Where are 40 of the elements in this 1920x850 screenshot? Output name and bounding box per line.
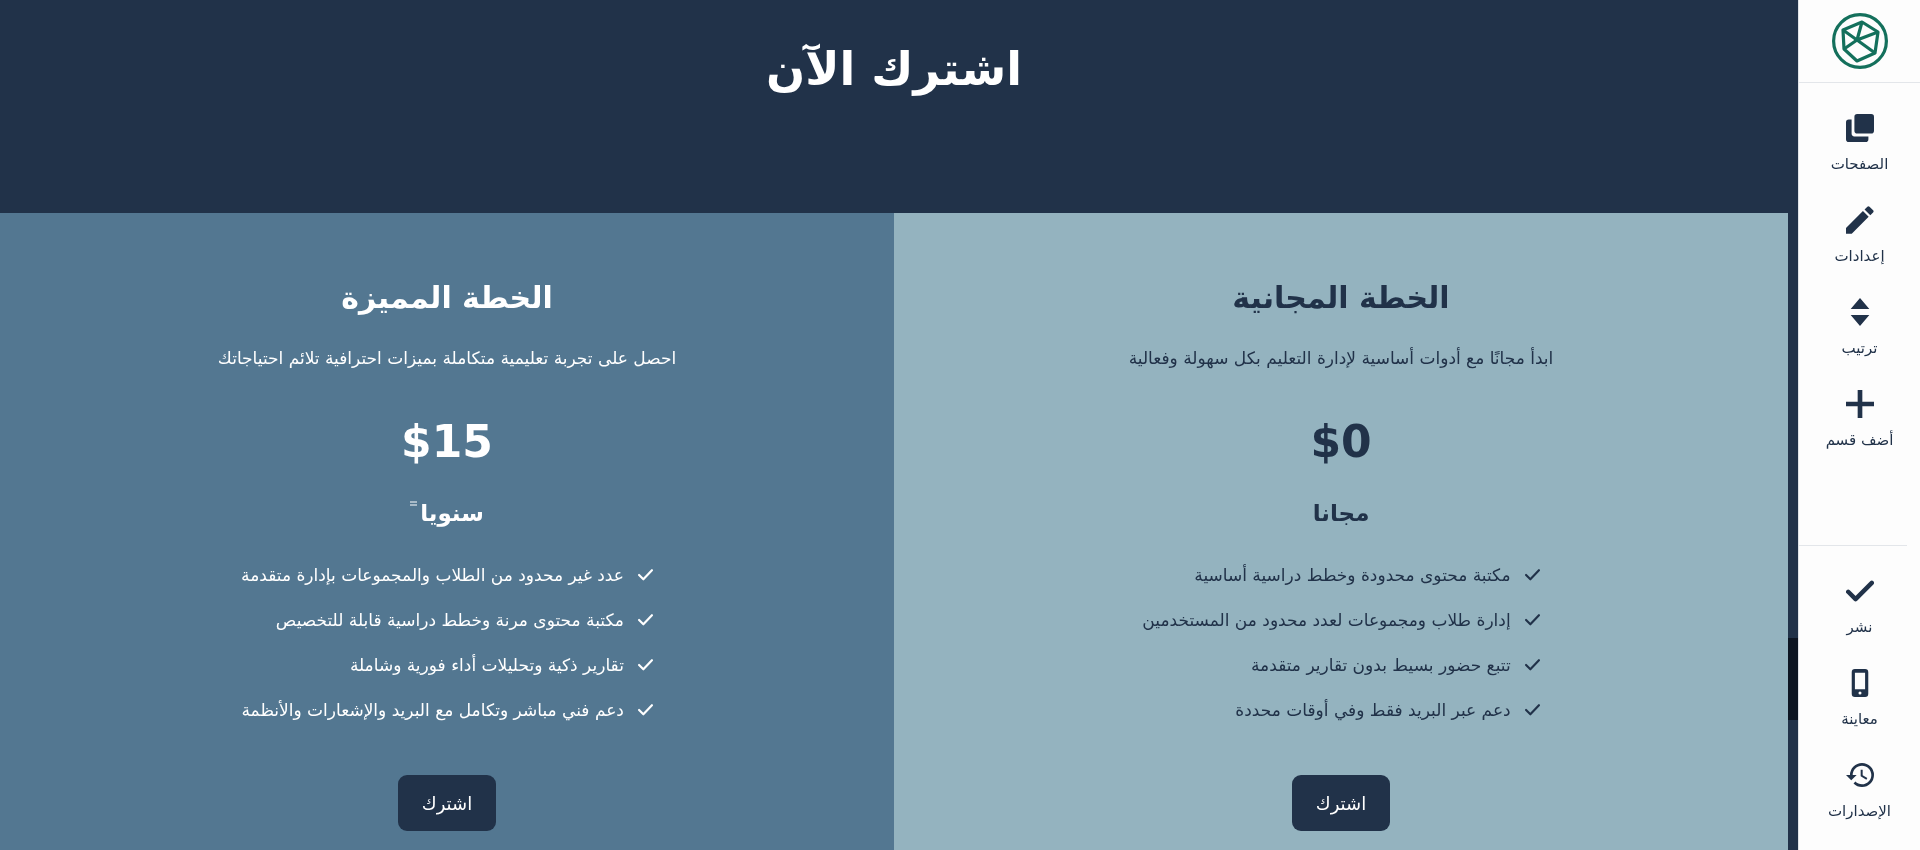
check-icon bbox=[637, 614, 653, 626]
pencil-icon bbox=[1845, 206, 1874, 234]
feature-text: تتبع حضور بسيط بدون تقارير متقدمة bbox=[1251, 654, 1511, 678]
plan-period: سنويا bbox=[420, 499, 484, 529]
subscribe-button[interactable]: اشترك bbox=[398, 775, 496, 831]
page-title: اشترك الآن bbox=[766, 41, 1022, 98]
plan-price: $15 bbox=[401, 415, 493, 469]
sidebar-item[interactable]: إعدادات bbox=[1799, 175, 1920, 267]
feature-text: دعم عبر البريد فقط وفي أوقات محددة bbox=[1235, 698, 1511, 723]
plan-title: الخطة المجانية bbox=[1232, 279, 1450, 317]
sidebar-item[interactable]: معاينة bbox=[1799, 638, 1920, 730]
check-icon bbox=[1524, 614, 1540, 626]
plan-period: مجانا bbox=[1312, 499, 1370, 528]
feature-text: دعم فني مباشر وتكامل مع البريد والإشعارات والأنظمة bbox=[241, 699, 624, 723]
scrollbar-thumb[interactable] bbox=[1788, 638, 1798, 720]
copy-icon bbox=[1845, 114, 1874, 142]
feature-text: تقارير ذكية وتحليلات أداء فورية وشاملة bbox=[349, 653, 624, 677]
check-icon bbox=[1524, 704, 1540, 716]
feature-text: مكتبة محتوى مرنة وخطط دراسية قابلة للتخصيص bbox=[275, 609, 624, 632]
plan-description: ابدأ مجانًا مع أدوات أساسية لإدارة التعليم بكل سهولة وفعالية bbox=[1128, 346, 1554, 371]
plan-title: الخطة المميزة bbox=[341, 279, 553, 317]
plan-description: احصل على تجربة تعليمية متكاملة بميزات احترافية تلائم احتياجاتك bbox=[217, 347, 677, 370]
check-icon bbox=[1524, 569, 1540, 581]
feature-text: عدد غير محدود من الطلاب والمجموعات بإدارة متقدمة bbox=[241, 564, 624, 587]
sidebar-item[interactable]: الإصدارات bbox=[1799, 730, 1920, 822]
sidebar-item[interactable]: نشر bbox=[1799, 546, 1920, 638]
history-icon bbox=[1845, 761, 1874, 789]
feature-text: مكتبة محتوى محدودة وخطط دراسية أساسية bbox=[1194, 563, 1511, 587]
check-icon bbox=[637, 704, 653, 716]
subscribe-button[interactable]: اشترك bbox=[1292, 775, 1390, 831]
sidebar-item[interactable]: الصفحات bbox=[1799, 83, 1920, 175]
check-icon bbox=[637, 569, 653, 581]
plus-icon bbox=[1845, 390, 1874, 418]
sidebar-item[interactable]: ترتيب bbox=[1799, 267, 1920, 359]
check-icon bbox=[1524, 659, 1540, 671]
check-icon bbox=[637, 659, 653, 671]
sidebar-item[interactable]: أضف قسم bbox=[1799, 359, 1920, 451]
feature-text: إدارة طلاب ومجموعات لعدد محدود من المستخدمين bbox=[1142, 609, 1511, 632]
plan-price: $0 bbox=[1310, 415, 1372, 469]
logo-icon[interactable] bbox=[1831, 13, 1888, 69]
